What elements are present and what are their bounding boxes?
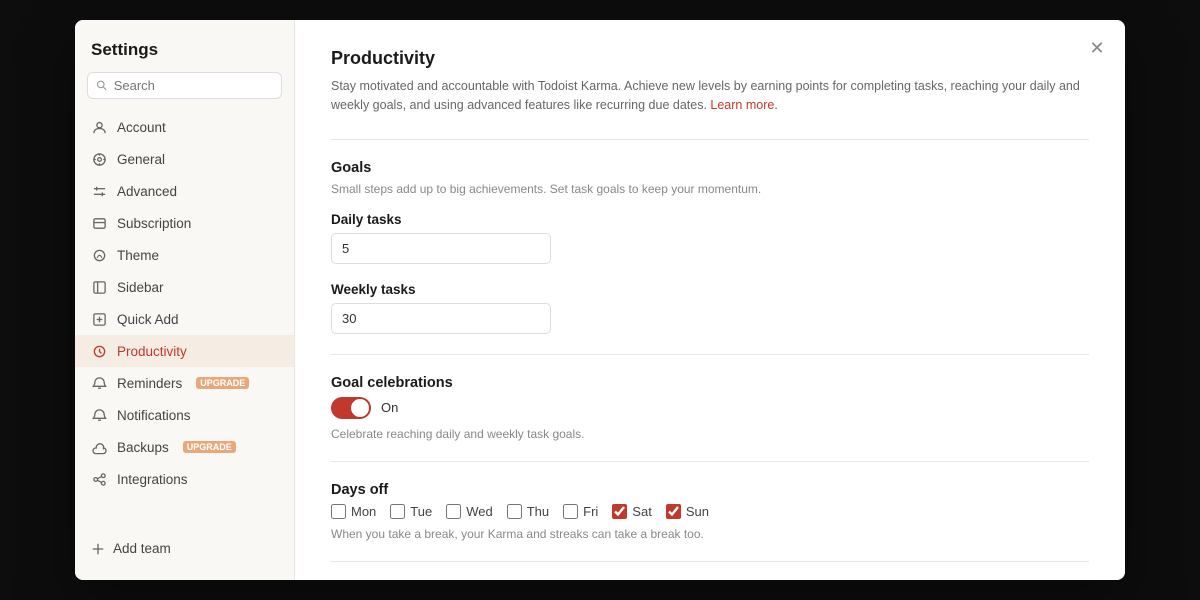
day-label-mon: Mon: [351, 504, 376, 519]
day-label-sun: Sun: [686, 504, 709, 519]
checkbox-sun[interactable]: [666, 504, 681, 519]
day-label-sat: Sat: [632, 504, 652, 519]
modal-overlay: Settings Account: [0, 0, 1200, 600]
checkbox-thu[interactable]: [507, 504, 522, 519]
sidebar-item-backups[interactable]: Backups UPGRADE: [75, 431, 294, 463]
sidebar-label-advanced: Advanced: [117, 184, 177, 199]
search-input[interactable]: [114, 78, 273, 93]
goals-title: Goals: [331, 160, 1089, 176]
sidebar-label-notifications: Notifications: [117, 408, 191, 423]
integrations-icon: [91, 471, 107, 487]
account-icon: [91, 119, 107, 135]
weekly-tasks-label: Weekly tasks: [331, 282, 1089, 297]
checkbox-mon[interactable]: [331, 504, 346, 519]
divider-3: [331, 461, 1089, 462]
daily-tasks-input[interactable]: [331, 233, 551, 264]
sidebar-item-productivity[interactable]: Productivity: [75, 335, 294, 367]
settings-modal: Settings Account: [75, 20, 1125, 580]
page-title: Productivity: [331, 48, 1089, 69]
daily-tasks-label: Daily tasks: [331, 212, 1089, 227]
divider-4: [331, 561, 1089, 562]
learn-more-link[interactable]: Learn more.: [710, 98, 777, 112]
goal-celebrations-title: Goal celebrations: [331, 375, 1089, 391]
days-off-title: Days off: [331, 482, 1089, 498]
goal-celebrations-toggle-row: On: [331, 397, 1089, 419]
divider-1: [331, 139, 1089, 140]
theme-icon: [91, 247, 107, 263]
toggle-knob: [351, 399, 369, 417]
day-label-thu: Thu: [527, 504, 549, 519]
sidebar-item-general[interactable]: General: [75, 143, 294, 175]
checkbox-fri[interactable]: [563, 504, 578, 519]
sidebar-label-sidebar: Sidebar: [117, 280, 164, 295]
backups-icon: [91, 439, 107, 455]
day-mon: Mon: [331, 504, 376, 519]
reminders-upgrade-badge: UPGRADE: [196, 377, 249, 389]
sidebar-item-reminders[interactable]: Reminders UPGRADE: [75, 367, 294, 399]
day-sun: Sun: [666, 504, 709, 519]
sidebar-item-quick-add[interactable]: Quick Add: [75, 303, 294, 335]
day-wed: Wed: [446, 504, 493, 519]
search-icon: [96, 79, 108, 92]
checkbox-wed[interactable]: [446, 504, 461, 519]
sidebar-label-theme: Theme: [117, 248, 159, 263]
notifications-icon: [91, 407, 107, 423]
sidebar-label-integrations: Integrations: [117, 472, 188, 487]
productivity-icon: [91, 343, 107, 359]
sidebar-item-subscription[interactable]: Subscription: [75, 207, 294, 239]
goal-celebrations-toggle-label: On: [381, 400, 398, 415]
quick-add-icon: [91, 311, 107, 327]
day-tue: Tue: [390, 504, 432, 519]
sidebar-label-general: General: [117, 152, 165, 167]
general-icon: [91, 151, 107, 167]
sidebar-label-productivity: Productivity: [117, 344, 187, 359]
subscription-icon: [91, 215, 107, 231]
days-off-row: Mon Tue Wed Thu Fri: [331, 504, 1089, 519]
daily-tasks-group: Daily tasks: [331, 212, 1089, 264]
sidebar-item-integrations[interactable]: Integrations: [75, 463, 294, 495]
sidebar-item-notifications[interactable]: Notifications: [75, 399, 294, 431]
sidebar-item-theme[interactable]: Theme: [75, 239, 294, 271]
checkbox-tue[interactable]: [390, 504, 405, 519]
divider-2: [331, 354, 1089, 355]
advanced-icon: [91, 183, 107, 199]
reminders-icon: [91, 375, 107, 391]
sidebar-label-quick-add: Quick Add: [117, 312, 179, 327]
goal-celebrations-desc: Celebrate reaching daily and weekly task…: [331, 427, 1089, 441]
sidebar-label-subscription: Subscription: [117, 216, 191, 231]
weekly-tasks-group: Weekly tasks: [331, 282, 1089, 334]
weekly-tasks-input[interactable]: [331, 303, 551, 334]
goals-desc: Small steps add up to big achievements. …: [331, 182, 1089, 196]
sidebar-label-reminders: Reminders: [117, 376, 182, 391]
sidebar-icon: [91, 279, 107, 295]
backups-upgrade-badge: UPGRADE: [183, 441, 236, 453]
search-box[interactable]: [87, 72, 282, 99]
sidebar-label-account: Account: [117, 120, 166, 135]
day-label-fri: Fri: [583, 504, 598, 519]
day-label-wed: Wed: [466, 504, 493, 519]
day-fri: Fri: [563, 504, 598, 519]
sidebar-label-backups: Backups: [117, 440, 169, 455]
main-content: ✕ Productivity Stay motivated and accoun…: [295, 20, 1125, 580]
goal-celebrations-toggle[interactable]: [331, 397, 371, 419]
sidebar-title: Settings: [75, 36, 294, 72]
day-sat: Sat: [612, 504, 652, 519]
page-description: Stay motivated and accountable with Todo…: [331, 77, 1089, 115]
days-off-desc: When you take a break, your Karma and st…: [331, 527, 1089, 541]
sidebar-item-advanced[interactable]: Advanced: [75, 175, 294, 207]
checkbox-sat[interactable]: [612, 504, 627, 519]
close-button[interactable]: ✕: [1083, 34, 1111, 62]
add-team-button[interactable]: Add team: [75, 533, 294, 564]
sidebar-item-sidebar[interactable]: Sidebar: [75, 271, 294, 303]
day-thu: Thu: [507, 504, 549, 519]
day-label-tue: Tue: [410, 504, 432, 519]
sidebar: Settings Account: [75, 20, 295, 580]
add-team-label: Add team: [113, 541, 171, 556]
sidebar-item-account[interactable]: Account: [75, 111, 294, 143]
